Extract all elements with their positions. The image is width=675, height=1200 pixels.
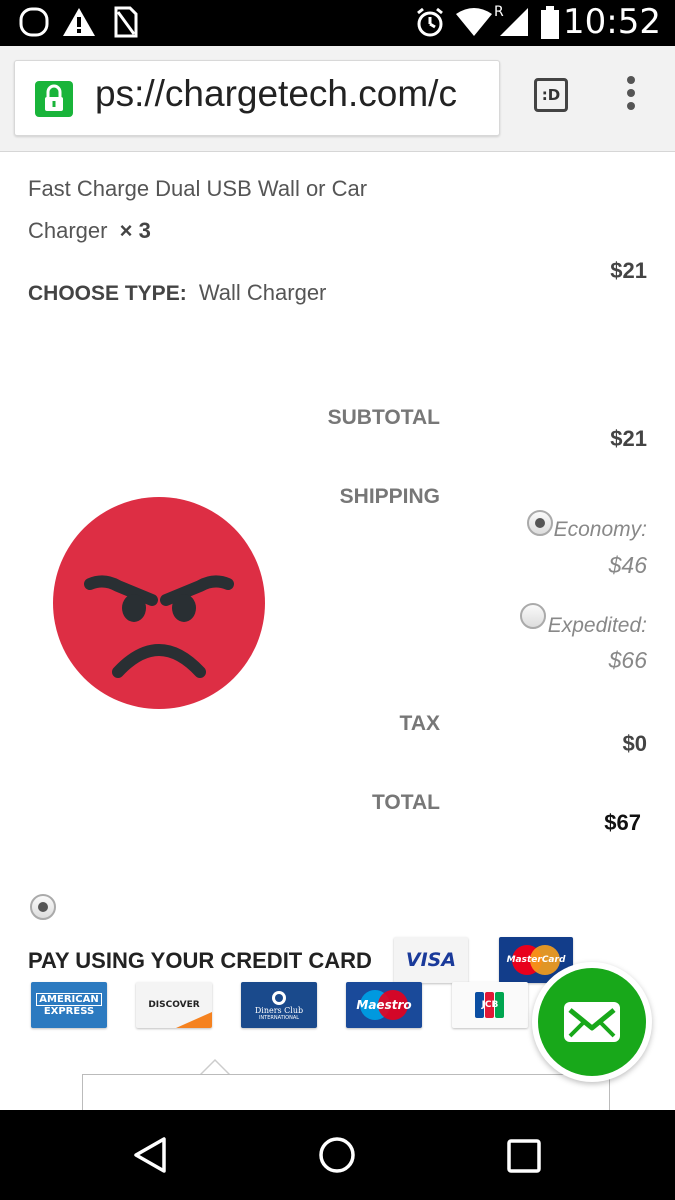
angry-face-emoji (53, 497, 265, 709)
notification-ring-icon (19, 7, 49, 37)
shipping-economy-price: $46 (608, 552, 647, 578)
url-field[interactable]: ps://chargetech.com/c (14, 60, 500, 136)
product-variant: CHOOSE TYPE: Wall Charger (28, 280, 326, 306)
tax-label: TAX (399, 712, 440, 735)
amex-card-icon: AMERICAN EXPRESS (31, 982, 107, 1028)
subtotal-label: SUBTOTAL (327, 406, 440, 429)
back-icon[interactable] (132, 1136, 168, 1174)
pay-credit-card-title: PAY USING YOUR CREDIT CARD (28, 948, 372, 973)
shipping-label: SHIPPING (339, 485, 440, 508)
choose-type-label: CHOOSE TYPE: (28, 282, 187, 305)
home-icon[interactable] (318, 1136, 356, 1174)
discover-card-icon: DISCOVER (136, 982, 212, 1028)
visa-card-icon: VISA (394, 937, 468, 983)
maestro-card-icon: Maestro (346, 982, 422, 1028)
total-label: TOTAL (371, 791, 440, 814)
url-text: ps://chargetech.com/c (95, 73, 457, 114)
diners-club-card-icon: Diners Club INTERNATIONAL (241, 982, 317, 1028)
wifi-icon (456, 8, 492, 36)
subtotal-value: $21 (610, 426, 647, 451)
shipping-economy-label: Economy: (553, 518, 647, 541)
contact-mail-button[interactable] (532, 962, 652, 1082)
signal-roaming-icon (500, 8, 528, 36)
tab-switcher-button[interactable]: :D (534, 78, 568, 112)
shipping-economy-radio[interactable] (527, 510, 553, 536)
pay-credit-card-radio[interactable] (30, 894, 56, 920)
tax-value: $0 (622, 731, 647, 756)
jcb-card-icon: JCB (452, 982, 528, 1028)
recents-icon[interactable] (506, 1138, 542, 1174)
mail-icon (564, 1002, 620, 1042)
total-value: $67 (604, 810, 641, 835)
no-sim-icon (114, 6, 138, 38)
product-name: Fast Charge Dual USB Wall or Car Charger (28, 176, 368, 243)
product-line: Fast Charge Dual USB Wall or Car Charger… (28, 168, 408, 252)
overflow-menu-icon[interactable] (624, 76, 638, 116)
alarm-icon (417, 7, 443, 37)
shipping-expedited-price: $66 (608, 647, 647, 673)
status-bar: R 10:52 (0, 0, 675, 46)
warning-icon (63, 8, 95, 36)
panel-caret (200, 1058, 230, 1076)
system-navigation-bar (0, 1110, 675, 1200)
line-price: $21 (610, 258, 647, 283)
clock: 10:52 (563, 2, 661, 42)
shipping-expedited-label: Expedited: (547, 614, 647, 637)
battery-icon (541, 6, 559, 39)
choose-type-value: Wall Charger (198, 280, 327, 305)
browser-toolbar: ps://chargetech.com/c :D (0, 46, 675, 152)
lock-icon (35, 81, 73, 117)
shipping-expedited-radio[interactable] (520, 603, 546, 629)
product-quantity: × 3 (119, 218, 151, 243)
